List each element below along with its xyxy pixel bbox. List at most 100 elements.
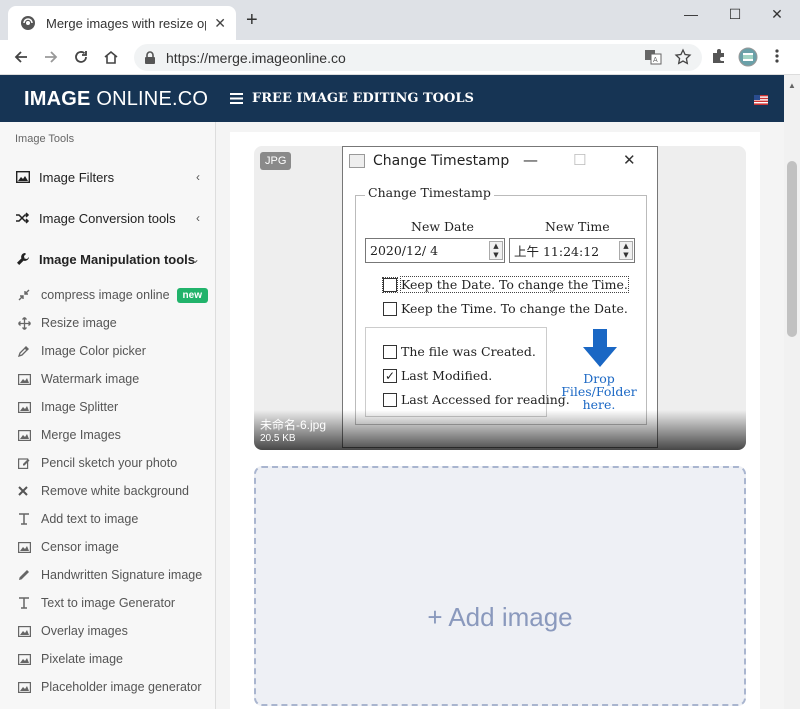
- site-logo[interactable]: IMAGE ONLINE.CO: [24, 88, 208, 111]
- eyedropper-icon: [18, 345, 34, 357]
- sidebar-item-compress[interactable]: compress image online new: [18, 286, 208, 304]
- sidebar: Image Tools Image Filters ‹ Image Conver…: [0, 122, 216, 709]
- image-icon: [18, 401, 34, 413]
- pencil-icon: [18, 569, 34, 581]
- forward-button[interactable]: [40, 46, 62, 68]
- image-icon: [18, 653, 34, 665]
- tab-close-icon[interactable]: ✕: [214, 16, 226, 30]
- x-icon: [18, 486, 34, 496]
- uploaded-image-preview: Change Timestamp — ☐ ✕ Change Timestamp …: [342, 146, 658, 448]
- reload-icon: [75, 51, 87, 63]
- sidebar-item-placeholder[interactable]: Placeholder image generator: [18, 678, 202, 696]
- sidebar-item-color-picker[interactable]: Image Color picker: [18, 342, 146, 360]
- date-field: 2020/12/ 4 ▲ ▼: [365, 238, 505, 263]
- page-scrollbar[interactable]: ▲: [784, 75, 800, 709]
- sidebar-item-pencil-sketch[interactable]: Pencil sketch your photo: [18, 454, 177, 472]
- sidebar-item-resize[interactable]: Resize image: [18, 314, 117, 332]
- sidebar-item-censor[interactable]: Censor image: [18, 538, 119, 556]
- created-checkbox: The file was Created.: [383, 344, 536, 359]
- translate-icon[interactable]: A: [644, 48, 662, 66]
- sidebar-item-text-to-image[interactable]: Text to image Generator: [18, 594, 175, 612]
- text-icon: [18, 513, 34, 525]
- browser-toolbar: https://merge.imageonline.co A: [0, 40, 800, 75]
- scrollbar-thumb[interactable]: [787, 161, 797, 337]
- sidebar-item-pixelate[interactable]: Pixelate image: [18, 650, 123, 668]
- lock-icon: [145, 50, 155, 64]
- sidebar-item-splitter[interactable]: Image Splitter: [18, 398, 118, 416]
- group-legend: Change Timestamp: [365, 185, 494, 200]
- sidebar-item-signature[interactable]: Handwritten Signature image: [18, 566, 202, 584]
- time-field: 上午 11:24:12 ▲ ▼: [509, 238, 635, 263]
- new-badge: new: [176, 287, 208, 303]
- site-header: IMAGE ONLINE.CO FREE IMAGE EDITING TOOLS: [0, 75, 784, 122]
- arrow-down-icon: [583, 329, 617, 367]
- menu-dots-icon[interactable]: [770, 47, 784, 65]
- dialog-minimize-icon: —: [523, 151, 538, 169]
- image-icon: [18, 625, 34, 637]
- image-icon: [18, 429, 34, 441]
- accessed-checkbox: Last Accessed for reading.: [383, 392, 570, 407]
- maximize-button[interactable]: ☐: [712, 6, 758, 23]
- us-flag-icon[interactable]: [754, 95, 768, 105]
- keep-date-checkbox: Keep the Date. To change the Time.: [382, 276, 629, 293]
- chevron-down-icon: ⌄: [189, 252, 200, 266]
- sidebar-section-image-filters[interactable]: Image Filters ‹: [16, 167, 200, 187]
- back-button[interactable]: [10, 46, 32, 68]
- extensions-icon[interactable]: [710, 47, 728, 65]
- sidebar-item-overlay[interactable]: Overlay images: [18, 622, 128, 640]
- star-icon[interactable]: [674, 48, 692, 66]
- compress-icon: [18, 289, 34, 301]
- time-spinner-icon: ▲ ▼: [619, 241, 633, 260]
- browser-tab-bar: Merge images with resize optio ✕ + — ☐ ✕: [0, 0, 800, 40]
- reload-button[interactable]: [70, 46, 92, 68]
- address-bar[interactable]: https://merge.imageonline.co A: [134, 44, 702, 71]
- image-icon: [18, 541, 34, 553]
- dialog-title: Change Timestamp: [373, 153, 510, 169]
- url-text: https://merge.imageonline.co: [166, 49, 346, 66]
- move-icon: [18, 316, 34, 330]
- sidebar-section-manipulation[interactable]: Image Manipulation tools ⌄: [16, 249, 200, 269]
- file-size: 20.5 KB: [260, 433, 296, 444]
- tools-menu[interactable]: FREE IMAGE EDITING TOOLS: [230, 91, 474, 106]
- file-name: 未命名-6.jpg: [260, 418, 327, 432]
- check-icon: ✓: [383, 368, 397, 383]
- add-image-dropzone[interactable]: + Add image: [254, 466, 746, 706]
- image-icon: [18, 373, 34, 385]
- sidebar-heading: Image Tools: [15, 133, 75, 145]
- avatar[interactable]: [738, 47, 758, 67]
- minimize-button[interactable]: —: [668, 6, 714, 22]
- scroll-up-icon[interactable]: ▲: [788, 81, 796, 90]
- dialog-close-icon: ✕: [623, 151, 636, 169]
- chevron-left-icon: ‹: [196, 211, 200, 225]
- app-window-icon: [349, 154, 365, 168]
- edit-icon: [18, 457, 34, 469]
- keep-time-checkbox: Keep the Time. To change the Date.: [383, 301, 628, 316]
- tab-title: Merge images with resize optio: [46, 15, 206, 31]
- wrench-icon: [16, 252, 32, 266]
- home-icon: [104, 50, 118, 64]
- text-icon: [18, 597, 34, 609]
- uploaded-image-card[interactable]: Change Timestamp — ☐ ✕ Change Timestamp …: [254, 146, 746, 450]
- sidebar-item-remove-bg[interactable]: Remove white background: [18, 482, 189, 500]
- sidebar-item-merge[interactable]: Merge Images: [18, 426, 121, 444]
- add-image-label: + Add image: [427, 602, 573, 632]
- svg-text:A: A: [653, 57, 658, 64]
- hamburger-icon: [230, 93, 243, 104]
- drop-files-text: Drop Files/Folder here.: [561, 371, 637, 412]
- new-tab-button[interactable]: +: [246, 10, 258, 30]
- new-time-label: New Time: [545, 219, 610, 234]
- image-icon: [18, 681, 34, 693]
- modified-checkbox: ✓ Last Modified.: [383, 368, 493, 383]
- file-type-badge: JPG: [260, 152, 292, 170]
- arrow-left-icon: [14, 51, 27, 63]
- shuffle-icon: [16, 212, 32, 224]
- home-button[interactable]: [100, 46, 122, 68]
- browser-tab[interactable]: Merge images with resize optio ✕: [8, 6, 236, 40]
- sidebar-section-conversion[interactable]: Image Conversion tools ‹: [16, 208, 200, 228]
- new-date-label: New Date: [411, 219, 474, 234]
- dialog-maximize-icon: ☐: [573, 151, 587, 169]
- tools-menu-label: FREE IMAGE EDITING TOOLS: [252, 91, 474, 106]
- close-window-button[interactable]: ✕: [754, 6, 800, 23]
- sidebar-item-watermark[interactable]: Watermark image: [18, 370, 139, 388]
- sidebar-item-add-text[interactable]: Add text to image: [18, 510, 138, 528]
